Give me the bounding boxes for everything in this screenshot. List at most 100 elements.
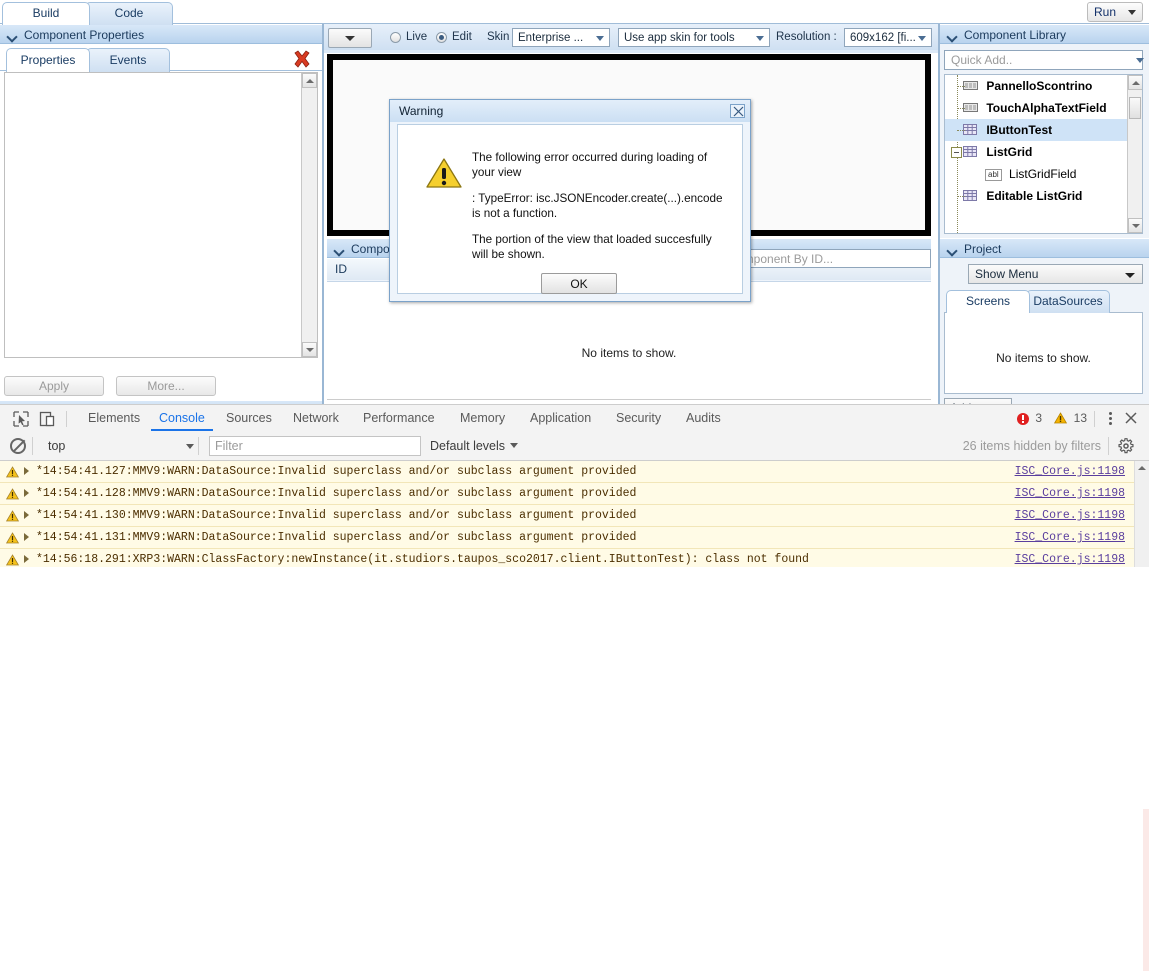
tree-collapse-toggle[interactable] xyxy=(951,147,962,158)
ok-button-label: OK xyxy=(570,277,588,291)
log-source-link[interactable]: ISC_Core.js:1198 xyxy=(1015,527,1125,548)
divider xyxy=(66,411,67,427)
scroll-down-arrow[interactable] xyxy=(302,342,317,357)
project-empty-label: No items to show. xyxy=(996,351,1091,365)
table-row[interactable]: *14:54:41.127:MMV9:WARN:DataSource:Inval… xyxy=(0,461,1149,483)
warning-dialog-body: The following error occurred during load… xyxy=(397,124,743,294)
log-source-link[interactable]: ISC_Core.js:1198 xyxy=(1015,549,1125,567)
radio-edit[interactable] xyxy=(436,32,447,43)
log-source-link[interactable]: ISC_Core.js:1198 xyxy=(1015,483,1125,504)
project-header[interactable]: Project xyxy=(940,238,1149,258)
divider xyxy=(1094,411,1095,427)
component-library-header[interactable]: Component Library xyxy=(940,24,1149,44)
device-toolbar-icon[interactable] xyxy=(38,410,56,428)
components-empty-label: No items to show. xyxy=(581,346,677,360)
close-icon[interactable] xyxy=(730,104,745,118)
warning-icon xyxy=(5,531,20,544)
log-source-link[interactable]: ISC_Core.js:1198 xyxy=(1015,505,1125,526)
tab-application[interactable]: Application xyxy=(522,405,599,431)
table-row[interactable]: *14:54:41.131:MMV9:WARN:DataSource:Inval… xyxy=(0,527,1149,549)
warning-icon xyxy=(5,465,20,478)
tools-skin-select[interactable]: Use app skin for tools xyxy=(618,28,770,47)
chevron-down-icon xyxy=(335,246,344,255)
run-button-label: Run xyxy=(1094,5,1117,19)
scroll-down-arrow[interactable] xyxy=(1128,218,1142,233)
tab-console[interactable]: Console xyxy=(151,405,213,431)
tab-elements-label: Elements xyxy=(88,411,141,425)
tab-security[interactable]: Security xyxy=(608,405,669,431)
component-library-tree: PannelloScontrino TouchAlphaTextField IB… xyxy=(944,74,1143,234)
list-item[interactable]: abl ListGridField xyxy=(945,163,1142,185)
list-item-label: ListGridField xyxy=(1009,167,1077,181)
expand-arrow-icon[interactable] xyxy=(24,467,29,475)
list-item[interactable]: PannelloScontrino xyxy=(945,75,1142,97)
scroll-up-arrow[interactable] xyxy=(1128,75,1142,90)
component-properties-header[interactable]: Component Properties xyxy=(0,24,322,44)
grid-icon xyxy=(963,187,978,201)
properties-button-row: Apply More... xyxy=(4,376,318,396)
table-row[interactable]: *14:54:41.128:MMV9:WARN:DataSource:Inval… xyxy=(0,483,1149,505)
inspect-icon[interactable] xyxy=(12,410,30,428)
tree-scrollbar[interactable] xyxy=(1127,75,1142,233)
close-x-icon[interactable] xyxy=(292,49,312,69)
tab-memory-label: Memory xyxy=(460,411,506,425)
quick-add-input[interactable]: Quick Add.. xyxy=(944,50,1144,70)
tab-events[interactable]: Events xyxy=(86,48,170,72)
run-button[interactable]: Run xyxy=(1087,2,1143,22)
scroll-thumb[interactable] xyxy=(1129,97,1141,119)
expand-arrow-icon[interactable] xyxy=(24,511,29,519)
tab-performance[interactable]: Performance xyxy=(355,405,443,431)
list-item[interactable]: ListGrid xyxy=(945,141,1142,163)
list-item-selected[interactable]: IButtonTest xyxy=(945,119,1142,141)
expand-arrow-icon[interactable] xyxy=(24,489,29,497)
list-item-label: PannelloScontrino xyxy=(986,79,1093,93)
radio-live[interactable] xyxy=(390,32,401,43)
warning-dialog-title: Warning xyxy=(399,104,444,118)
mode-dropdown[interactable] xyxy=(328,28,372,48)
component-search-input[interactable]: omponent By ID... xyxy=(731,249,931,268)
tab-sources[interactable]: Sources xyxy=(218,405,280,431)
clear-console-icon[interactable] xyxy=(10,438,26,454)
tab-datasources[interactable]: DataSources xyxy=(1026,290,1110,313)
warning-dialog-titlebar[interactable]: Warning xyxy=(390,100,750,122)
list-item[interactable]: TouchAlphaTextField xyxy=(945,97,1142,119)
tab-network[interactable]: Network xyxy=(285,405,347,431)
console-scrollbar[interactable] xyxy=(1134,461,1149,567)
properties-scrollbar[interactable] xyxy=(301,73,317,357)
close-devtools-icon[interactable] xyxy=(1123,410,1141,428)
tab-code[interactable]: Code xyxy=(85,2,173,25)
table-row[interactable]: *14:56:18.291:XRP3:WARN:ClassFactory:new… xyxy=(0,549,1149,567)
kebab-menu-icon[interactable] xyxy=(1103,412,1117,426)
ok-button[interactable]: OK xyxy=(541,273,617,294)
log-message: *14:54:41.130:MMV9:WARN:DataSource:Inval… xyxy=(36,509,637,522)
tab-elements[interactable]: Elements xyxy=(80,405,148,431)
tab-audits[interactable]: Audits xyxy=(678,405,729,431)
chevron-down-icon xyxy=(756,35,764,43)
scroll-up-arrow[interactable] xyxy=(302,73,317,88)
gear-icon[interactable] xyxy=(1118,438,1134,454)
tab-memory[interactable]: Memory xyxy=(452,405,513,431)
more-button[interactable]: More... xyxy=(116,376,216,396)
list-item-label: IButtonTest xyxy=(986,123,1053,137)
tree-branch xyxy=(957,86,965,87)
skin-select[interactable]: Enterprise ... xyxy=(512,28,610,47)
tab-properties[interactable]: Properties xyxy=(6,48,90,72)
log-levels-select[interactable]: Default levels xyxy=(430,436,519,456)
devtools-panel: Elements Console Sources Network Perform… xyxy=(0,404,1149,971)
tab-build[interactable]: Build xyxy=(2,2,90,25)
tab-screens[interactable]: Screens xyxy=(946,290,1030,313)
apply-button[interactable]: Apply xyxy=(4,376,104,396)
table-row[interactable]: *14:54:41.130:MMV9:WARN:DataSource:Inval… xyxy=(0,505,1149,527)
log-source-link[interactable]: ISC_Core.js:1198 xyxy=(1015,461,1125,482)
tab-console-label: Console xyxy=(159,411,205,425)
context-select[interactable]: top xyxy=(42,436,202,456)
resolution-select[interactable]: 609x162 [fi... xyxy=(844,28,932,47)
list-item[interactable]: Editable ListGrid xyxy=(945,185,1142,207)
warning-icon xyxy=(5,509,20,522)
tree-branch xyxy=(957,196,965,197)
expand-arrow-icon[interactable] xyxy=(24,533,29,541)
expand-arrow-icon[interactable] xyxy=(24,555,29,563)
console-log-list: *14:54:41.127:MMV9:WARN:DataSource:Inval… xyxy=(0,461,1149,567)
show-menu-dropdown[interactable]: Show Menu xyxy=(968,264,1143,284)
filter-input[interactable]: Filter xyxy=(209,436,421,456)
